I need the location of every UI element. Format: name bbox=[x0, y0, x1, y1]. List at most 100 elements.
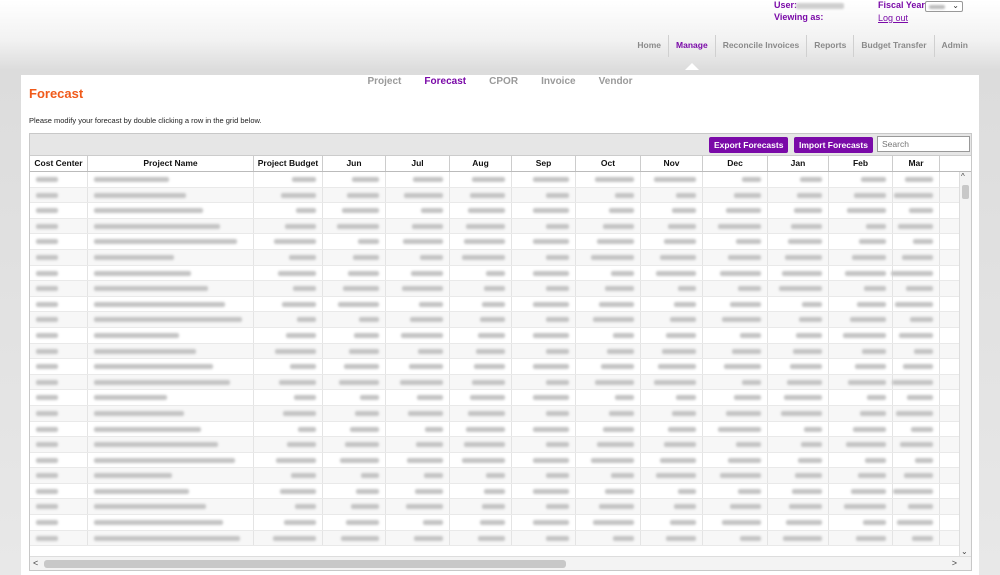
table-row[interactable] bbox=[30, 359, 971, 375]
column-header[interactable]: Feb bbox=[829, 156, 893, 171]
redacted-cell bbox=[829, 421, 893, 437]
vertical-scroll-thumb[interactable] bbox=[962, 185, 969, 199]
scroll-up-icon[interactable]: ^ bbox=[961, 172, 965, 181]
redacted-cell bbox=[703, 218, 768, 234]
table-row[interactable] bbox=[30, 483, 971, 500]
horizontal-scrollbar[interactable]: < > bbox=[30, 556, 971, 570]
nav-reports[interactable]: Reports bbox=[807, 35, 855, 57]
redacted-cell bbox=[512, 405, 576, 421]
redacted-cell bbox=[512, 343, 576, 359]
scroll-left-icon[interactable]: < bbox=[33, 558, 38, 568]
table-row[interactable] bbox=[30, 265, 971, 282]
redacted-cell bbox=[512, 421, 576, 437]
table-row[interactable] bbox=[30, 281, 971, 297]
redacted-cell bbox=[703, 483, 768, 499]
redacted-cell bbox=[88, 234, 254, 249]
redacted-cell bbox=[703, 405, 768, 421]
column-header[interactable]: Jan bbox=[768, 156, 829, 171]
subnav-invoice[interactable]: Invoice bbox=[541, 76, 575, 87]
redacted-cell bbox=[576, 249, 641, 265]
main-nav: Home Manage Reconcile Invoices Reports B… bbox=[630, 35, 975, 70]
column-header[interactable]: Project Name bbox=[88, 156, 254, 171]
grid-header-row: Cost Center Project Name Project Budget Jun… bbox=[30, 156, 971, 172]
table-row[interactable] bbox=[30, 405, 971, 422]
redacted-cell bbox=[829, 437, 893, 452]
table-row[interactable] bbox=[30, 218, 971, 235]
redacted-cell bbox=[893, 359, 940, 374]
search-input[interactable] bbox=[877, 136, 970, 152]
redacted-cell bbox=[512, 203, 576, 218]
redacted-cell bbox=[703, 515, 768, 530]
subnav-project[interactable]: Project bbox=[367, 76, 401, 87]
redacted-cell bbox=[88, 437, 254, 452]
redacted-cell bbox=[641, 203, 703, 218]
fiscal-year-select[interactable]: ⌄ bbox=[925, 1, 963, 12]
column-header[interactable]: Jun bbox=[323, 156, 386, 171]
redacted-cell bbox=[386, 515, 450, 530]
column-header[interactable]: Dec bbox=[703, 156, 768, 171]
redacted-cell bbox=[893, 405, 940, 421]
column-header[interactable]: Nov bbox=[641, 156, 703, 171]
column-header[interactable]: Sep bbox=[512, 156, 576, 171]
table-row[interactable] bbox=[30, 327, 971, 344]
redacted-cell bbox=[576, 405, 641, 421]
column-header[interactable]: Aug bbox=[450, 156, 512, 171]
table-row[interactable] bbox=[30, 203, 971, 219]
table-row[interactable] bbox=[30, 390, 971, 406]
table-row[interactable] bbox=[30, 187, 971, 204]
table-row[interactable] bbox=[30, 312, 971, 328]
table-row[interactable] bbox=[30, 249, 971, 266]
redacted-cell bbox=[576, 452, 641, 468]
table-row[interactable] bbox=[30, 452, 971, 469]
redacted-cell bbox=[768, 343, 829, 359]
table-row[interactable] bbox=[30, 343, 971, 360]
column-header[interactable]: Jul bbox=[386, 156, 450, 171]
export-forecasts-button[interactable]: Export Forecasts bbox=[709, 137, 789, 153]
redacted-cell bbox=[768, 483, 829, 499]
redacted-cell bbox=[88, 296, 254, 312]
redacted-cell bbox=[893, 499, 940, 515]
scroll-down-icon[interactable]: ⌄ bbox=[961, 547, 968, 556]
nav-budget-transfer[interactable]: Budget Transfer bbox=[854, 35, 935, 57]
redacted-cell bbox=[254, 343, 323, 359]
table-row[interactable] bbox=[30, 530, 971, 547]
subnav-vendor[interactable]: Vendor bbox=[599, 76, 633, 87]
table-row[interactable] bbox=[30, 421, 971, 438]
horizontal-scroll-thumb[interactable] bbox=[44, 560, 566, 568]
table-row[interactable] bbox=[30, 374, 971, 391]
nav-home[interactable]: Home bbox=[630, 35, 670, 57]
nav-manage[interactable]: Manage bbox=[669, 35, 716, 70]
redacted-cell bbox=[323, 218, 386, 234]
redacted-cell bbox=[893, 203, 940, 218]
redacted-cell bbox=[386, 218, 450, 234]
redacted-cell bbox=[641, 452, 703, 468]
table-row[interactable] bbox=[30, 468, 971, 484]
table-row[interactable] bbox=[30, 234, 971, 250]
subnav-cpor[interactable]: CPOR bbox=[489, 76, 518, 87]
column-header[interactable]: Oct bbox=[576, 156, 641, 171]
redacted-cell bbox=[386, 530, 450, 546]
redacted-cell bbox=[88, 374, 254, 390]
table-row[interactable] bbox=[30, 172, 971, 188]
column-header[interactable]: Project Budget bbox=[254, 156, 323, 171]
nav-reconcile-invoices[interactable]: Reconcile Invoices bbox=[716, 35, 808, 57]
nav-admin[interactable]: Admin bbox=[935, 35, 975, 57]
redacted-cell bbox=[576, 359, 641, 374]
logout-link[interactable]: Log out bbox=[878, 13, 908, 23]
subnav-forecast[interactable]: Forecast bbox=[424, 76, 466, 87]
redacted-cell bbox=[323, 515, 386, 530]
redacted-cell bbox=[893, 421, 940, 437]
table-row[interactable] bbox=[30, 437, 971, 453]
scroll-right-icon[interactable]: > bbox=[952, 558, 957, 568]
column-header[interactable]: Mar bbox=[893, 156, 940, 171]
import-forecasts-button[interactable]: Import Forecasts bbox=[794, 137, 873, 153]
redacted-cell bbox=[893, 172, 940, 187]
table-row[interactable] bbox=[30, 296, 971, 313]
redacted-cell bbox=[703, 530, 768, 546]
redacted-cell bbox=[768, 499, 829, 515]
column-header[interactable]: Cost Center bbox=[30, 156, 88, 171]
redacted-cell bbox=[30, 327, 88, 343]
vertical-scrollbar[interactable]: ^ ⌄ bbox=[959, 172, 971, 556]
table-row[interactable] bbox=[30, 499, 971, 516]
table-row[interactable] bbox=[30, 515, 971, 531]
